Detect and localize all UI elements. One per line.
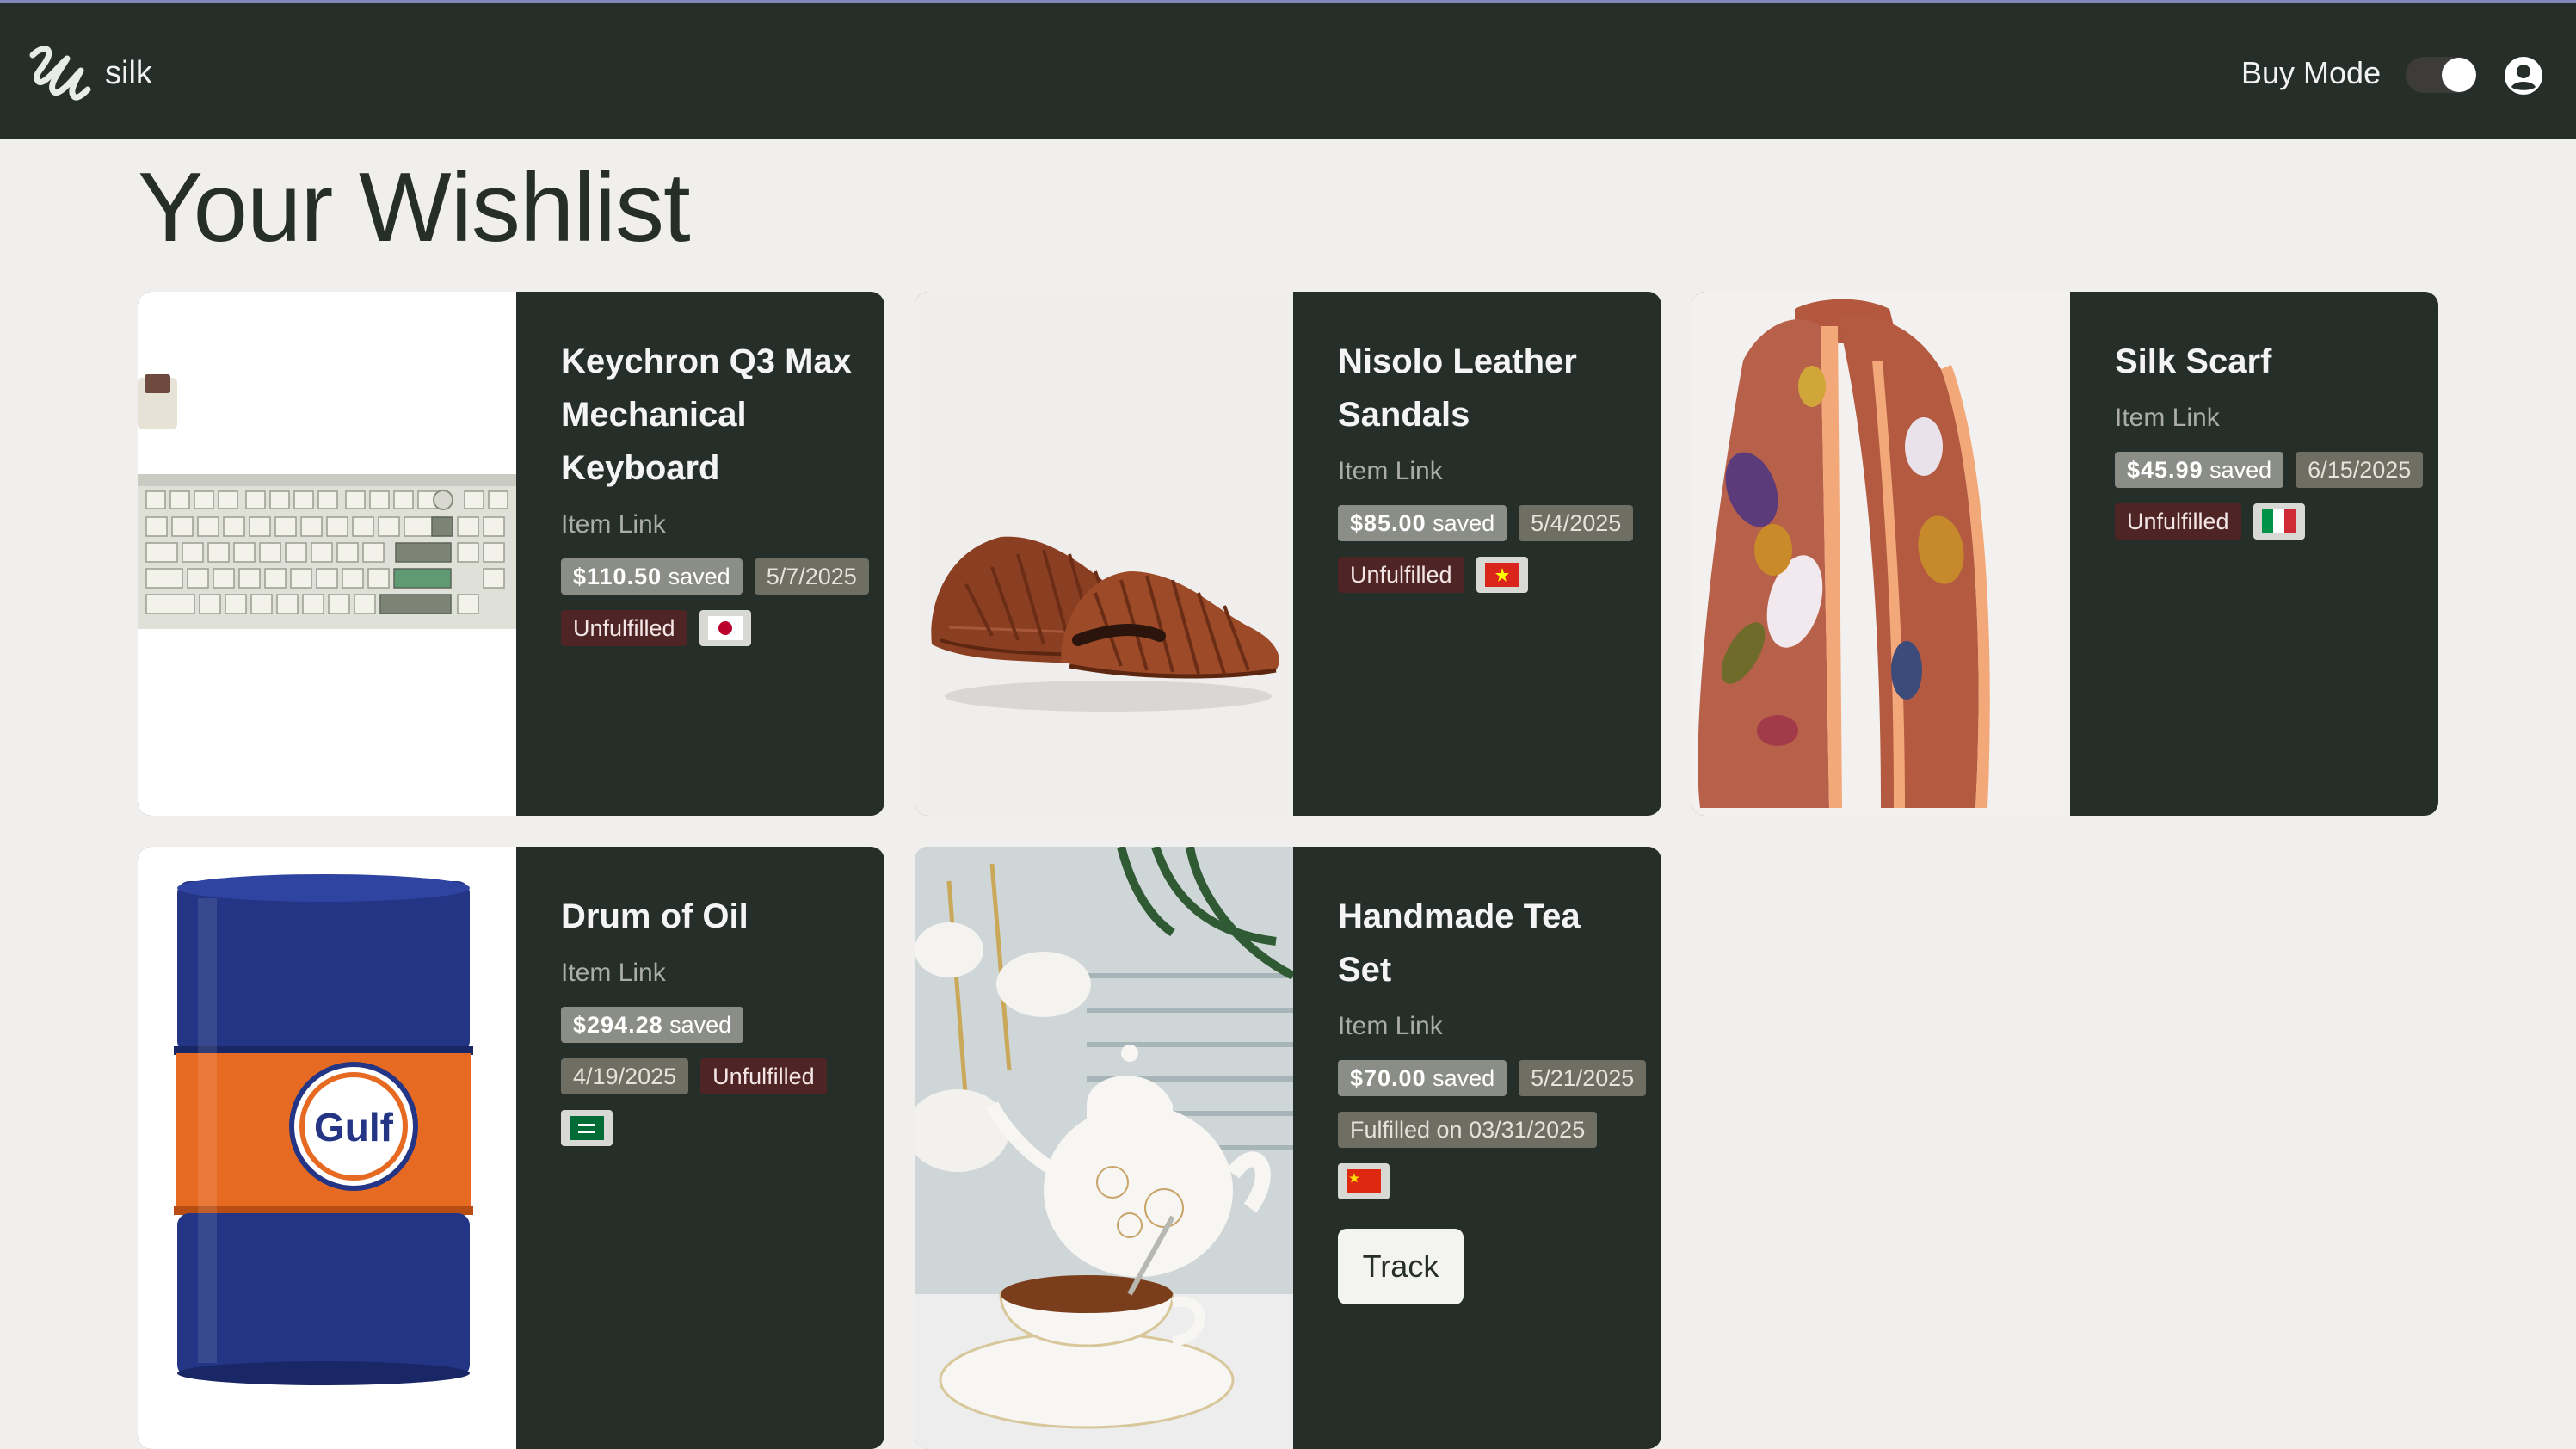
saved-amount: $85.00	[1350, 510, 1427, 536]
item-name: Keychron Q3 Max Mechanical Keyboard	[561, 342, 852, 487]
wishlist-card[interactable]: Handmade Tea Set Item Link $70.00 saved …	[915, 847, 1661, 1449]
italy-flag-icon	[2252, 503, 2305, 540]
china-flag-icon	[1338, 1163, 1390, 1199]
saved-badge: $70.00 saved	[1338, 1060, 1507, 1096]
item-info: Drum of Oil Item Link $294.28 saved 4/19…	[561, 890, 862, 1146]
user-account-icon[interactable]	[2503, 55, 2544, 96]
saved-amount: $70.00	[1350, 1065, 1427, 1091]
saved-amount: $45.99	[2127, 457, 2203, 483]
item-info: Handmade Tea Set Item Link $70.00 saved …	[1338, 890, 1647, 1304]
navbar: silk Buy Mode	[0, 3, 2576, 139]
saved-suffix: saved	[1433, 510, 1495, 536]
wishlist-card[interactable]: Gulf Drum of Oil Item Link $294.28 saved…	[138, 847, 884, 1449]
saved-suffix: saved	[668, 564, 730, 589]
item-link[interactable]: Item Link	[1338, 457, 1639, 486]
item-link[interactable]: Item Link	[561, 959, 862, 988]
item-info: Keychron Q3 Max Mechanical Keyboard Item…	[561, 335, 869, 646]
saved-amount: $110.50	[573, 564, 662, 589]
wishlist-card[interactable]: Nisolo Leather Sandals Item Link $85.00 …	[915, 292, 1661, 816]
item-badges: $294.28 saved 4/19/2025 Unfulfilled	[561, 1007, 871, 1146]
item-link[interactable]: Item Link	[561, 510, 862, 540]
buy-mode-toggle[interactable]	[2406, 57, 2476, 93]
buy-mode-label: Buy Mode	[2241, 55, 2382, 90]
toggle-knob	[2442, 58, 2476, 92]
wishlist-card[interactable]: Keychron Q3 Max Mechanical Keyboard Item…	[138, 292, 884, 816]
saved-suffix: saved	[1433, 1065, 1495, 1091]
tea-set-image	[915, 847, 1293, 1449]
silk-scarf-image	[1692, 292, 2070, 816]
silk-logo-icon[interactable]	[26, 40, 95, 108]
item-badges: $70.00 saved 5/21/2025 Fulfilled on 03/3…	[1338, 1060, 1648, 1199]
status-badge: Unfulfilled	[700, 1058, 827, 1094]
saved-badge: $294.28 saved	[561, 1007, 744, 1043]
saved-badge: $45.99 saved	[2115, 452, 2284, 488]
saved-badge: $85.00 saved	[1338, 505, 1507, 541]
item-info: Nisolo Leather Sandals Item Link $85.00 …	[1338, 335, 1639, 593]
track-button[interactable]: Track	[1338, 1229, 1464, 1304]
saved-suffix: saved	[2209, 457, 2272, 483]
date-badge: 5/21/2025	[1519, 1060, 1647, 1096]
item-link[interactable]: Item Link	[1338, 1012, 1639, 1041]
item-name: Drum of Oil	[561, 897, 749, 935]
wishlist-card[interactable]: Silk Scarf Item Link $45.99 saved 6/15/2…	[1692, 292, 2438, 816]
saved-amount: $294.28	[573, 1012, 663, 1038]
gulf-logo-text: Gulf	[314, 1105, 394, 1150]
item-name: Silk Scarf	[2115, 342, 2272, 380]
item-link[interactable]: Item Link	[2115, 404, 2416, 433]
date-badge: 4/19/2025	[561, 1058, 689, 1094]
saved-suffix: saved	[669, 1012, 732, 1038]
brand-name[interactable]: silk	[105, 55, 152, 92]
japan-flag-icon	[699, 610, 751, 646]
sandals-image	[915, 292, 1293, 816]
item-info: Silk Scarf Item Link $45.99 saved 6/15/2…	[2115, 335, 2424, 540]
saudi-arabia-flag-icon	[561, 1110, 613, 1146]
item-name: Handmade Tea Set	[1338, 897, 1581, 989]
status-badge: Unfulfilled	[1338, 557, 1464, 593]
date-badge: 6/15/2025	[2296, 452, 2424, 488]
date-badge: 5/4/2025	[1519, 505, 1634, 541]
item-badges: $45.99 saved 6/15/2025 Unfulfilled	[2115, 452, 2425, 540]
saved-badge: $110.50 saved	[561, 558, 743, 595]
page-title: Your Wishlist	[138, 153, 691, 262]
oil-drum-image: Gulf	[138, 847, 516, 1449]
item-name: Nisolo Leather Sandals	[1338, 342, 1577, 434]
status-badge: Unfulfilled	[561, 610, 687, 646]
keyboard-image	[138, 292, 516, 816]
date-badge: 5/7/2025	[754, 558, 869, 595]
item-badges: $110.50 saved 5/7/2025 Unfulfilled	[561, 558, 871, 646]
status-badge: Fulfilled on 03/31/2025	[1338, 1112, 1598, 1148]
status-badge: Unfulfilled	[2115, 503, 2241, 540]
item-badges: $85.00 saved 5/4/2025 Unfulfilled	[1338, 505, 1648, 593]
vietnam-flag-icon	[1476, 557, 1528, 593]
